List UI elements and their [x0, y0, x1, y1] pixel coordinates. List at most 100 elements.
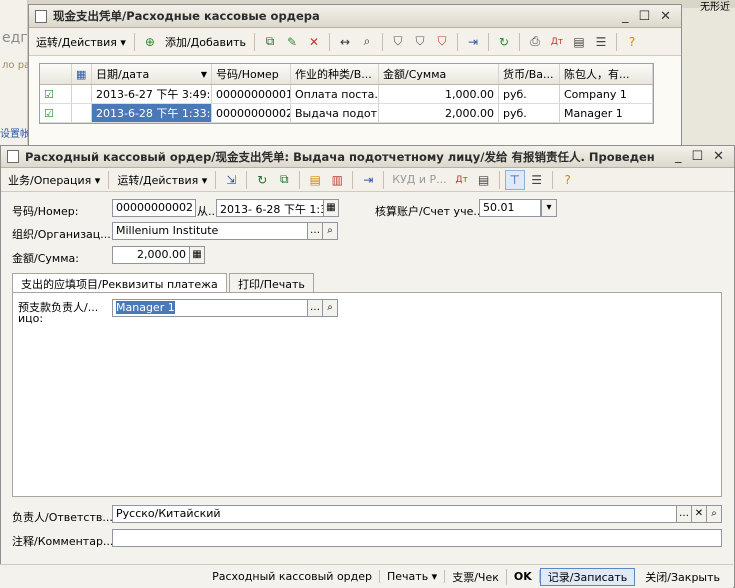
- refresh-icon[interactable]: ↻: [252, 170, 272, 190]
- print-icon[interactable]: ⎙: [525, 32, 545, 52]
- row-icon-cell: [72, 104, 92, 122]
- maximize-button[interactable]: ☐: [691, 149, 703, 164]
- filter-icon[interactable]: ⛉: [388, 32, 408, 52]
- date-field[interactable]: 2013- 6-28 下午 1:33: [216, 199, 324, 217]
- advance-select-button[interactable]: …: [307, 299, 323, 317]
- comment-field[interactable]: [112, 529, 722, 547]
- help-icon[interactable]: ?: [558, 170, 578, 190]
- advance-person-field[interactable]: Manager 1: [112, 299, 308, 317]
- toolbar-separator: [352, 170, 354, 189]
- edit-icon[interactable]: ✎: [282, 32, 302, 52]
- account-dropdown-button[interactable]: ▾: [541, 199, 557, 217]
- orders-list-window: 现金支出凭单/Расходные кассовые ордера _ ☐ ✕ 运…: [28, 4, 682, 149]
- minimize-button[interactable]: _: [675, 149, 682, 164]
- operation-menu-label: 业务/Операция: [8, 173, 92, 187]
- kudir-button[interactable]: КУД и Р...: [389, 173, 449, 186]
- debit-credit-icon[interactable]: Дт: [452, 170, 472, 190]
- structure-icon[interactable]: ☰: [527, 170, 547, 190]
- actions-menu[interactable]: 运转/Действия ▾: [33, 34, 129, 50]
- tab-payment-details[interactable]: 支出的应填项目/Реквизиты платежа: [12, 273, 227, 294]
- calculator-button[interactable]: ▦: [189, 246, 205, 264]
- posted-icon: ☑: [40, 85, 72, 103]
- maximize-button[interactable]: ☐: [638, 9, 650, 24]
- col-header-party[interactable]: 陈包人，有...: [560, 64, 653, 84]
- ok-button[interactable]: OK: [507, 570, 540, 583]
- delete-icon[interactable]: ✕: [304, 32, 324, 52]
- print-menu-button[interactable]: Печать ▾: [380, 570, 446, 583]
- help-icon[interactable]: ?: [622, 32, 642, 52]
- fill-icon[interactable]: ▤: [305, 170, 325, 190]
- table-row[interactable]: ☑ 2013-6-27 下午 3:49:50 00000000001 Оплат…: [40, 85, 653, 104]
- number-label: 号码/Номер:: [12, 205, 79, 218]
- calendar-button[interactable]: ▦: [323, 199, 339, 217]
- tab-print[interactable]: 打印/Печать: [229, 273, 314, 293]
- col-header-operation[interactable]: 作业的种类/В...: [291, 64, 379, 84]
- col-header-date[interactable]: 日期/дата ▼: [92, 64, 212, 84]
- operation-menu[interactable]: 业务/Операция ▾: [5, 172, 103, 188]
- sum-label: 金额/Сумма:: [12, 252, 79, 265]
- filter-off-icon[interactable]: ⛉: [432, 32, 452, 52]
- add-button[interactable]: 添加/Добавить: [162, 34, 249, 50]
- cell-number: 00000000002: [212, 104, 291, 122]
- filter-list-icon[interactable]: ⛉: [410, 32, 430, 52]
- org-search-button[interactable]: ⌕: [322, 222, 338, 240]
- doc-structure-icon[interactable]: ⊤: [504, 169, 525, 190]
- actions-menu[interactable]: 运转/Действия ▾: [114, 172, 210, 188]
- cell-number: 00000000001: [212, 85, 291, 103]
- search-icon: ⌕: [327, 225, 333, 236]
- col-header-status[interactable]: [40, 64, 72, 84]
- close-button[interactable]: ✕: [713, 149, 724, 164]
- responsible-clear-button[interactable]: ✕: [691, 505, 707, 523]
- number-field[interactable]: 00000000002: [112, 199, 196, 217]
- org-label: 组织/Организац...: [12, 228, 111, 241]
- org-field[interactable]: Millenium Institute: [112, 222, 308, 240]
- actions-menu-label: 运转/Действия: [117, 173, 199, 187]
- goto-icon[interactable]: ⇥: [463, 32, 483, 52]
- col-header-icon[interactable]: ▦: [72, 64, 92, 84]
- minimize-button[interactable]: _: [622, 9, 629, 24]
- goto-icon[interactable]: ⇥: [358, 170, 378, 190]
- bg-text-3[interactable]: 设置帐: [0, 125, 30, 140]
- cell-amount: 1,000.00: [379, 85, 499, 103]
- org-select-button[interactable]: …: [307, 222, 323, 240]
- table-row[interactable]: ☑ 2013-6-28 下午 1:33:02 00000000002 Выдач…: [40, 104, 653, 123]
- orders-list-titlebar[interactable]: 现金支出凭单/Расходные кассовые ордера _ ☐ ✕: [29, 5, 681, 28]
- sum-field[interactable]: 2,000.00: [112, 246, 190, 264]
- col-header-currency[interactable]: 货币/Ва...: [499, 64, 560, 84]
- report-icon[interactable]: ▤: [569, 32, 589, 52]
- orders-table: ▦ 日期/дата ▼ 号码/Номер 作业的种类/В... 金额/Сумма …: [39, 63, 654, 124]
- toolbar-separator: [108, 170, 110, 189]
- col-header-number[interactable]: 号码/Номер: [212, 64, 291, 84]
- toolbar-separator: [519, 32, 521, 51]
- advance-search-button[interactable]: ⌕: [322, 299, 338, 317]
- toolbar-separator: [329, 32, 331, 51]
- copy-icon[interactable]: ⧉: [274, 170, 294, 190]
- account-field[interactable]: 50.01: [479, 199, 541, 217]
- window-doc-icon: [7, 150, 19, 163]
- col-header-amount[interactable]: 金额/Сумма: [379, 64, 499, 84]
- order-print-link[interactable]: Расходный кассовый ордер: [205, 570, 381, 583]
- add-icon[interactable]: ⊕: [140, 32, 160, 52]
- close-button[interactable]: ✕: [660, 9, 671, 24]
- close-form-button[interactable]: 关闭/Закрыть: [638, 569, 727, 585]
- copy-icon[interactable]: ⧉: [260, 32, 280, 52]
- refresh-icon[interactable]: ↻: [494, 32, 514, 52]
- find-icon[interactable]: ⌕: [357, 32, 377, 52]
- order-form-titlebar[interactable]: Расходный кассовый ордер/现金支出凭单: Выдача …: [1, 146, 734, 168]
- save-button[interactable]: 记录/Записать: [539, 567, 636, 586]
- based-on-icon[interactable]: ▥: [327, 170, 347, 190]
- responsible-field[interactable]: Русско/Китайский: [112, 505, 677, 523]
- row-icon-cell: [72, 85, 92, 103]
- debit-credit-icon[interactable]: Дт: [547, 32, 567, 52]
- responsible-search-button[interactable]: ⌕: [706, 505, 722, 523]
- post-icon[interactable]: ⇲: [221, 170, 241, 190]
- order-form-toolbar: 业务/Операция ▾ 运转/Действия ▾ ⇲ ↻ ⧉ ▤ ▥ ⇥ …: [1, 168, 734, 192]
- sort-icon: ▼: [200, 69, 207, 79]
- orders-list-title: 现金支出凭单/Расходные кассовые ордера: [53, 9, 320, 23]
- interval-icon[interactable]: ↔: [335, 32, 355, 52]
- check-button[interactable]: 支票/Чек: [445, 568, 507, 585]
- structure-icon[interactable]: ☰: [591, 32, 611, 52]
- responsible-select-button[interactable]: …: [676, 505, 692, 523]
- cell-date: 2013-6-28 下午 1:33:02: [92, 104, 212, 122]
- report-icon[interactable]: ▤: [474, 170, 494, 190]
